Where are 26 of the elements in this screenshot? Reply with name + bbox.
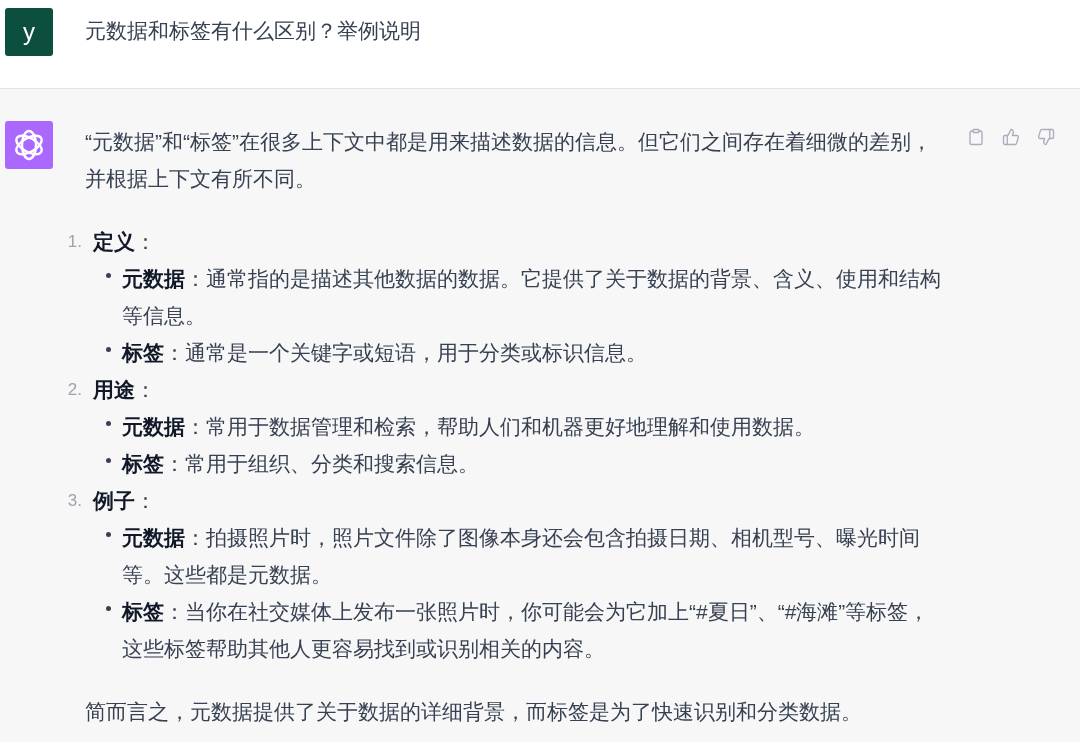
answer-summary: 简而言之，元数据提供了关于数据的详细背景，而标签是为了快速识别和分类数据。 <box>85 699 863 725</box>
bullet-text: 元数据：常用于数据管理和检索，帮助人们和机器更好地理解和使用数据。 <box>122 414 816 440</box>
list-number: 2. <box>66 379 82 401</box>
section-title: 例子： <box>93 488 156 514</box>
bullet-icon <box>106 273 111 278</box>
bullet-icon <box>106 421 111 426</box>
user-question: 元数据和标签有什么区别？举例说明 <box>85 18 421 44</box>
list-number: 1. <box>66 231 82 253</box>
bullet-icon <box>106 458 111 463</box>
bullet-text: 标签：当你在社交媒体上发布一张照片时，你可能会为它加上“#夏日”、“#海滩”等标签，这些标签帮助其他人更容易找到或识别相关的内容。 <box>122 599 931 662</box>
user-avatar: y <box>5 8 53 56</box>
bullet-icon <box>106 532 111 537</box>
bullet-text: 标签：常用于组织、分类和搜索信息。 <box>122 451 480 477</box>
section-title: 用途： <box>93 377 156 403</box>
bullet-icon <box>106 606 111 611</box>
bullet-text: 标签：通常是一个关键字或短语，用于分类或标识信息。 <box>122 340 648 366</box>
section-title: 定义： <box>93 229 156 255</box>
clipboard-icon <box>967 128 985 146</box>
bullet-icon <box>106 347 111 352</box>
list-number: 3. <box>66 490 82 512</box>
knot-logo-icon <box>5 121 53 169</box>
bullet-text: 元数据：拍摄照片时，照片文件除了图像本身还会包含拍摄日期、相机型号、曝光时间等。这些都是元数据。 <box>122 525 921 588</box>
answer-intro: “元数据”和“标签”在很多上下文中都是用来描述数据的信息。但它们之间存在着细微的差别，并根据上下文有所不同。 <box>85 129 933 192</box>
bullet-text: 元数据：通常指的是描述其他数据的数据。它提供了关于数据的背景、含义、使用和结构等信息。 <box>122 266 942 329</box>
thumbs-up-icon <box>1002 128 1020 146</box>
thumbs-down-icon <box>1037 128 1055 146</box>
